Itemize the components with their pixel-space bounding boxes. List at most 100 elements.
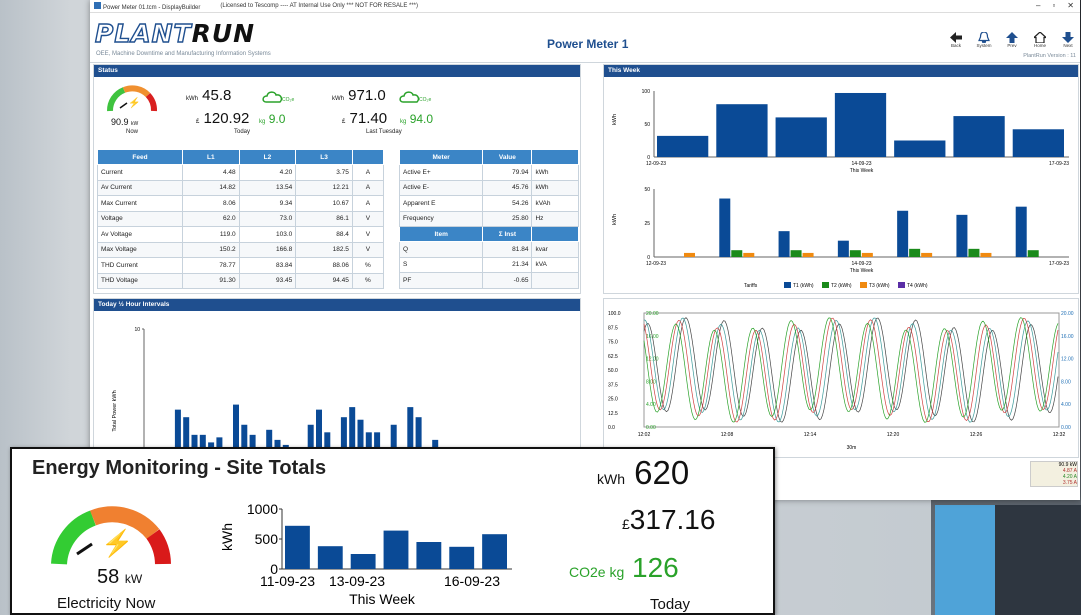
y-tick-label: 100 xyxy=(642,89,651,95)
window-title: Power Meter 01.tcm - DisplayBuilder xyxy=(94,1,200,11)
feed-cell: 4.48 xyxy=(182,164,240,181)
up-arrow-icon xyxy=(1006,32,1018,43)
tariff-bar xyxy=(802,252,814,257)
left-tick-label: 100.0 xyxy=(608,311,621,317)
x-axis-label: This Week xyxy=(349,591,416,607)
window-titlebar[interactable]: Power Meter 01.tcm - DisplayBuilder (Lic… xyxy=(90,0,1080,13)
meter-cell: kWh xyxy=(531,179,579,196)
site-totals-overlay: Energy Monitoring - Site Totals ⚡ 58 kW … xyxy=(10,447,775,615)
meter-row: Apparent E 54.26 kVAh xyxy=(398,195,579,212)
right-tick-label: 4.00 xyxy=(1061,402,1071,408)
overlay-bolt-icon: ⚡ xyxy=(101,528,133,559)
week-bar xyxy=(1012,129,1064,157)
maximize-button[interactable]: ▫ xyxy=(1052,1,1055,10)
overlay-week-bar xyxy=(482,534,507,569)
feed-row: THD Voltage 91.30 93.45 94.45% xyxy=(97,272,385,289)
feed-cell: V xyxy=(351,226,385,243)
x-tick-label: 12-09-23 xyxy=(646,161,666,167)
overlay-week-chart: 10005000kWh11-09-23 13-09-23 16-09-23This … xyxy=(219,501,512,607)
feed-header: L3 xyxy=(295,149,353,165)
meter-cell: 25.80 xyxy=(482,210,533,227)
feed-cell: Current xyxy=(97,164,183,181)
feed-cell: Av Current xyxy=(97,179,183,196)
mid-tick-label: 20.00 xyxy=(646,311,659,317)
week-bar xyxy=(775,117,827,157)
meter-cell xyxy=(531,272,579,289)
y-tick-label: 500 xyxy=(255,531,279,547)
next-button[interactable]: Next xyxy=(1056,32,1080,48)
feed-table: Feed L1 L2 L3 Current 4.48 4.20 3.75 A Av Current… xyxy=(97,149,385,289)
meter-cell: kWh xyxy=(531,164,579,181)
meter-row: Active E+ 79.94 kWh xyxy=(398,164,579,181)
meter-header xyxy=(531,226,579,242)
feed-cell: V xyxy=(351,241,385,258)
week-tariff-chart: 50250kWh12-09-23 14-09-23 17-09-23This Wee… xyxy=(612,187,1069,289)
back-button[interactable]: Back xyxy=(944,32,968,48)
meter-cell: -0.65 xyxy=(482,272,533,289)
feed-cell: 78.77 xyxy=(182,257,240,274)
x-tick-label: 12:32 xyxy=(1053,432,1066,438)
overlay-week-bar xyxy=(317,546,343,569)
x-tick-label: 12-09-23 xyxy=(646,261,666,267)
meter-cell: PF xyxy=(398,272,484,289)
prev-button[interactable]: Prev xyxy=(1000,32,1024,48)
tariff-bar xyxy=(837,240,849,257)
week-bar xyxy=(953,116,1005,157)
overlay-week-bar xyxy=(449,546,475,569)
last-label: Last Tuesday xyxy=(366,129,402,135)
x-axis-label: This Week xyxy=(850,268,874,274)
feed-cell: 83.84 xyxy=(238,257,297,274)
feed-row: Max Voltage 150.2 166.8 182.5 V xyxy=(97,241,385,258)
minimize-button[interactable]: – xyxy=(1036,1,1040,10)
meter-cell: Apparent E xyxy=(398,195,484,212)
legend-label: T4 (kWh) xyxy=(907,283,928,289)
left-tick-label: 87.5 xyxy=(608,325,618,331)
tariff-bar xyxy=(743,252,755,257)
overlay-week-bar xyxy=(416,542,442,569)
now-gauge: ⚡ 90.9 kW Now xyxy=(104,81,164,141)
right-tick-label: 12.00 xyxy=(1061,357,1074,363)
last-kwh: kWh 971.0 xyxy=(332,87,386,104)
now-label: Now xyxy=(126,129,139,135)
system-button[interactable]: System xyxy=(972,32,996,48)
tariff-bar xyxy=(1027,250,1039,257)
mid-tick-label: 8.00 xyxy=(646,379,656,385)
meter-cell: 54.26 xyxy=(482,195,533,212)
week-title: This Week xyxy=(604,65,1078,77)
week-bar xyxy=(657,135,709,157)
meter-header: Value xyxy=(482,149,533,165)
tariff-bar xyxy=(968,248,980,257)
x-tick-label: 14-09-23 xyxy=(851,261,871,267)
overlay-cost: £317.16 xyxy=(622,504,716,535)
meter-cell: Active E+ xyxy=(398,164,484,181)
y-axis-label: kWh xyxy=(219,523,235,551)
background-blue-panel xyxy=(935,505,995,615)
meter-cell: Q xyxy=(398,241,484,258)
feed-cell: THD Current xyxy=(97,257,183,274)
x-tick-label: 12:08 xyxy=(721,432,734,438)
page-title: Power Meter 1 xyxy=(547,37,629,51)
down-arrow-icon xyxy=(1062,32,1074,43)
home-button[interactable]: Home xyxy=(1028,32,1052,48)
feed-cell: Av Voltage xyxy=(97,226,183,243)
right-tick-label: 20.00 xyxy=(1061,311,1074,317)
x-tick-label: 12:26 xyxy=(970,432,983,438)
x-tick-label: 17-09-23 xyxy=(1049,161,1069,167)
feed-cell: 62.0 xyxy=(182,210,240,227)
feed-cell: 9.34 xyxy=(238,195,297,212)
right-tick-label: 16.00 xyxy=(1061,334,1074,340)
feed-header: L1 xyxy=(182,149,240,165)
last-co2: kg 94.0 xyxy=(400,112,434,126)
feed-cell: 10.67 xyxy=(295,195,353,212)
meter-header: Meter xyxy=(398,149,484,165)
close-button[interactable]: ✕ xyxy=(1067,1,1074,10)
left-tick-label: 50.0 xyxy=(608,368,618,374)
overlay-week-bar xyxy=(350,554,376,569)
feed-cell: 13.54 xyxy=(238,179,297,196)
tariff-bar xyxy=(684,252,695,257)
today-co2-icon: CO₂e xyxy=(262,89,296,110)
tariff-bar xyxy=(778,231,790,257)
tariff-bar xyxy=(921,252,933,257)
legend-label: T1 (kWh) xyxy=(793,283,814,289)
feed-cell: 8.06 xyxy=(182,195,240,212)
